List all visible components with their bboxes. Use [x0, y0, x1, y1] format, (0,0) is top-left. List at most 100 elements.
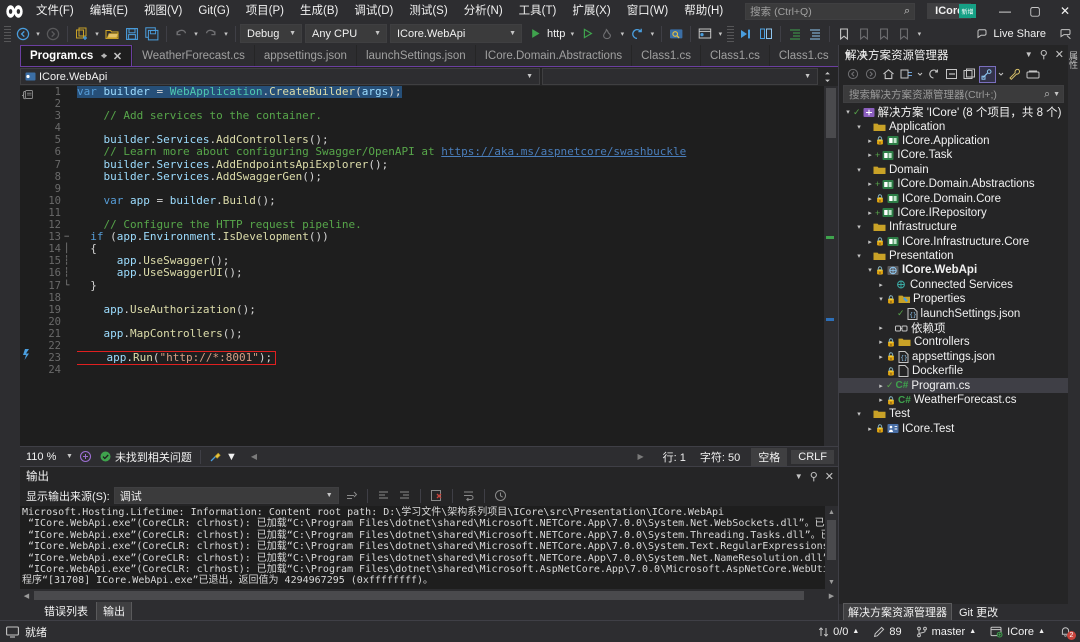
expander-icon[interactable]: ▸ [865, 180, 875, 188]
menu-git[interactable]: Git(G) [190, 0, 237, 22]
run-profile-dropdown-icon[interactable]: ▾ [567, 24, 577, 44]
editor-text-surface[interactable]: var builder = WebApplication.CreateBuild… [77, 86, 824, 446]
expander-icon[interactable]: ▾ [843, 108, 853, 116]
properties-wrench-icon[interactable] [1006, 66, 1023, 83]
window-layout-icon[interactable] [695, 24, 715, 44]
output-go-to-next-icon[interactable] [396, 487, 413, 504]
indent-icon[interactable] [785, 24, 805, 44]
left-dock-strip[interactable] [0, 45, 20, 620]
tab-icore-domain-abstractions[interactable]: ICore.Domain.Abstractions [475, 45, 632, 66]
outlining-marker[interactable] [64, 183, 77, 195]
code-line[interactable]: app.UseAuthorization(); [77, 303, 824, 316]
chevron-up-icon[interactable]: ▲ [1038, 628, 1045, 635]
member-scope-combo[interactable]: ▼ [542, 68, 818, 85]
outlining-marker[interactable] [64, 304, 77, 316]
menu-help[interactable]: 帮助(H) [676, 0, 731, 22]
tab-weatherforecast-cs[interactable]: WeatherForecast.cs [133, 45, 254, 66]
outlining-marker[interactable]: ┆ [64, 255, 77, 267]
outlining-marker[interactable] [64, 122, 77, 134]
toolbar-overflow-icon[interactable]: ▾ [914, 24, 924, 44]
intellicode-icon[interactable] [79, 450, 100, 463]
window-layout-dropdown-icon[interactable]: ▾ [715, 24, 725, 44]
code-line[interactable]: builder.Services.AddSwaggerGen(); [77, 170, 824, 183]
toolbar-grip[interactable] [4, 25, 11, 42]
expander-icon[interactable]: ▾ [854, 166, 864, 174]
expander-icon[interactable]: ▸ [865, 209, 875, 217]
tab-class1-cs-3[interactable]: Class1.cs [769, 45, 838, 66]
expander-icon[interactable]: ▾ [876, 295, 886, 303]
solution-explorer-search-input[interactable]: 搜索解决方案资源管理器(Ctrl+;) ⌕ ▼ [843, 85, 1064, 103]
output-horizontal-scrollbar[interactable]: ◀ ▶ [20, 589, 838, 602]
tree-item[interactable]: ▸ ✓ C# Program.cs [839, 378, 1068, 393]
line-ending-indicator[interactable]: CRLF [791, 449, 834, 464]
menu-edit[interactable]: 编辑(E) [82, 0, 136, 22]
close-icon[interactable]: ✕ [113, 50, 122, 63]
forward-icon[interactable] [862, 66, 879, 83]
undo-icon[interactable] [171, 24, 191, 44]
tree-item[interactable]: ▸ 🔒 ICore.Application [839, 134, 1068, 148]
solution-view-switch-icon[interactable] [979, 65, 996, 83]
output-vertical-scrollbar[interactable]: ▲ ▼ [825, 506, 838, 589]
back-icon[interactable] [844, 66, 861, 83]
preview-selected-items-icon[interactable] [1024, 66, 1041, 83]
menu-view[interactable]: 视图(V) [136, 0, 190, 22]
code-editor[interactable]: { 1 2 3 4 5 6 7 8 9 10 11 12 13 14 15 16 17 18 19 20 21 22 23 2… [20, 86, 838, 446]
chevron-up-icon[interactable]: ▲ [852, 628, 859, 635]
save-icon[interactable] [122, 24, 142, 44]
output-timestamps-icon[interactable] [492, 487, 509, 504]
menu-tools[interactable]: 工具(T) [511, 0, 565, 22]
pending-changes-dropdown-icon[interactable] [916, 66, 924, 83]
run-profile-label[interactable]: http [545, 28, 567, 40]
tree-item[interactable]: ▾ ✓ 解决方案 'ICore' (8 个项目，共 8 个) [839, 105, 1068, 120]
scrollbar-thumb[interactable] [827, 520, 836, 560]
scrollbar-thumb[interactable] [34, 591, 804, 600]
save-all-icon[interactable] [142, 24, 162, 44]
restart-dropdown-icon[interactable]: ▾ [647, 24, 657, 44]
expander-icon[interactable]: ▾ [854, 123, 864, 131]
home-icon[interactable] [880, 66, 897, 83]
zoom-level-combo[interactable]: 110 % ▼ [20, 451, 79, 463]
output-go-to-previous-icon[interactable] [375, 487, 392, 504]
outlining-marker[interactable] [64, 134, 77, 146]
tree-item[interactable]: ▾ Domain [839, 163, 1068, 177]
tab-solution-explorer[interactable]: 解决方案资源管理器 [843, 603, 952, 621]
refresh-icon[interactable] [925, 66, 942, 83]
expander-icon[interactable]: ▸ [865, 151, 875, 159]
output-word-wrap-icon[interactable] [460, 487, 477, 504]
menu-file[interactable]: 文件(F) [28, 0, 82, 22]
expander-icon[interactable]: ▸ [876, 281, 886, 289]
minimize-button[interactable]: — [990, 0, 1020, 22]
scroll-down-icon[interactable]: ▼ [825, 576, 838, 589]
tab-program-cs[interactable]: Program.cs ⌖ ✕ [20, 45, 133, 66]
right-dock-strip[interactable]: 属性 [1068, 45, 1080, 620]
tree-item[interactable]: ▸ 🔒 ICore.Infrastructure.Core [839, 235, 1068, 249]
outlining-marker[interactable] [64, 110, 77, 122]
expander-icon[interactable]: ▸ [865, 425, 875, 433]
expander-icon[interactable]: ▸ [865, 195, 875, 203]
outlining-marker[interactable]: └ [64, 280, 77, 292]
start-without-debugging-icon[interactable] [577, 24, 597, 44]
status-scroll-right-icon[interactable]: ▶ [638, 452, 656, 461]
menu-debug[interactable]: 调试(D) [346, 0, 401, 22]
new-project-icon[interactable] [72, 24, 92, 44]
tree-item[interactable]: ▸ + ICore.Task [839, 148, 1068, 162]
restart-icon[interactable] [627, 24, 647, 44]
tree-item[interactable]: ▾ Presentation [839, 249, 1068, 263]
tree-item[interactable]: ▸ 🔒 {} appsettings.json [839, 350, 1068, 364]
indent-mode-indicator[interactable]: 空格 [751, 447, 788, 466]
outlining-marker[interactable] [64, 364, 77, 376]
output-find-message-icon[interactable] [343, 487, 360, 504]
open-file-icon[interactable] [102, 24, 122, 44]
repository-indicator[interactable]: ICore ▲ [990, 626, 1045, 638]
output-pane-menu-icon[interactable]: ▼ [795, 472, 803, 481]
properties-dock-label[interactable]: 属性 [1068, 51, 1080, 69]
tab-appsettings-json[interactable]: appsettings.json [254, 45, 356, 66]
status-scroll-left-icon[interactable]: ◀ [237, 452, 257, 461]
tree-item[interactable]: ▸ + ICore.Domain.Abstractions [839, 177, 1068, 191]
expander-icon[interactable]: ▸ [865, 137, 875, 145]
redo-icon[interactable] [201, 24, 221, 44]
expander-icon[interactable]: ▸ [876, 324, 886, 332]
close-button[interactable]: ✕ [1050, 0, 1080, 22]
tree-item[interactable]: ▾ 🔒 ICore.WebApi [839, 263, 1068, 277]
expander-icon[interactable]: ▾ [865, 266, 875, 274]
